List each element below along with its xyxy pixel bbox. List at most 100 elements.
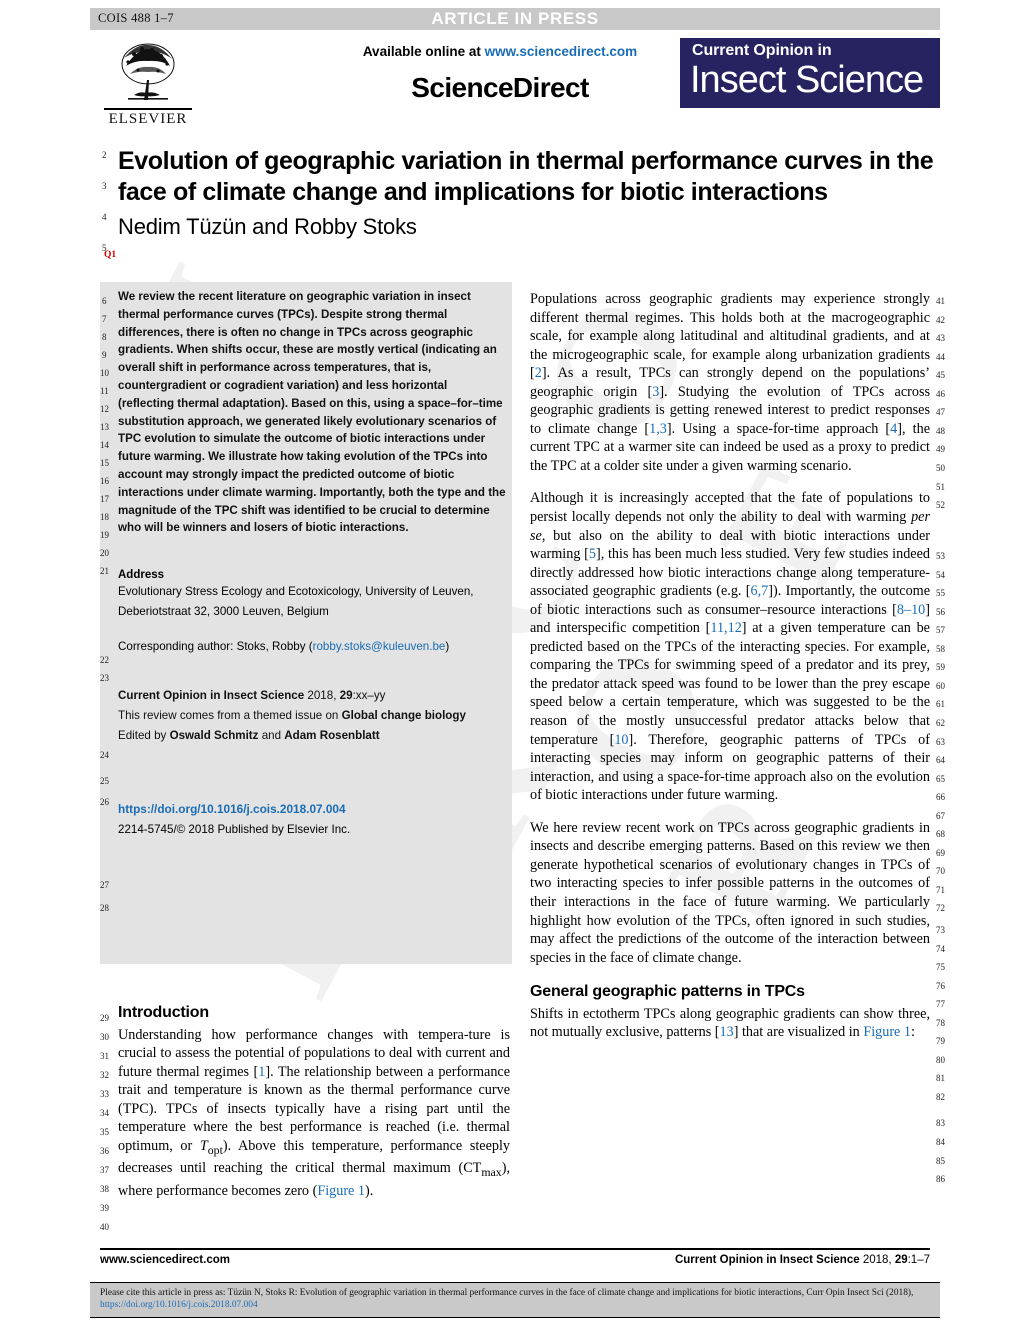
right-paragraph-3: We here review recent work on TPCs acros… — [530, 819, 930, 966]
line-number: 68 — [936, 829, 945, 840]
page-title: Evolution of geographic variation in the… — [118, 147, 934, 206]
line-number: 17 — [100, 494, 109, 504]
editor-2: Adam Rosenblatt — [284, 728, 380, 742]
line-number: 15 — [100, 458, 109, 468]
meta-editors: Edited by Oswald Schmitz and Adam Rosenb… — [118, 726, 506, 746]
line-number: 3 — [102, 181, 107, 191]
footer-year: 2018, — [859, 1254, 895, 1266]
line-number: 81 — [936, 1073, 945, 1084]
line-number: 32 — [100, 1070, 109, 1080]
meta-journal-name: Current Opinion in Insect Science — [118, 688, 305, 702]
line-number: 73 — [936, 925, 945, 935]
line-number: 67 — [936, 810, 945, 821]
line-number: 80 — [936, 1054, 945, 1065]
available-online-line: Available online at www.sciencedirect.co… — [270, 44, 730, 59]
section-heading-introduction: Introduction — [118, 1004, 209, 1021]
line-number: 59 — [936, 662, 945, 673]
available-online-text: Available online at — [362, 44, 485, 59]
line-number: 86 — [936, 1174, 945, 1185]
line-number: 37 — [100, 1165, 109, 1175]
line-number: 57 — [936, 625, 945, 636]
line-number: 65 — [936, 773, 945, 784]
line-number: 42 — [936, 314, 945, 325]
line-number: 12 — [100, 404, 109, 414]
line-number: 25 — [100, 776, 109, 786]
introduction-paragraph: Understanding how performance changes wi… — [118, 1026, 511, 1199]
line-number: 28 — [100, 903, 109, 913]
line-number: 55 — [936, 588, 945, 599]
line-number: 72 — [936, 903, 945, 914]
journal-logo: Current Opinion in Insect Science — [680, 38, 940, 108]
line-number: 53 — [936, 551, 945, 561]
left-column: We review the recent literature on geogr… — [118, 288, 506, 836]
footer-pages: :1–7 — [907, 1254, 930, 1266]
meta-citation: Current Opinion in Insect Science 2018, … — [118, 686, 506, 706]
line-number: 23 — [100, 673, 109, 683]
line-number: 10 — [100, 368, 109, 378]
line-number: 19 — [100, 530, 109, 540]
author-list: Nedim Tüzün and Robby Stoks — [118, 214, 417, 239]
corresponding-suffix: ) — [445, 639, 450, 653]
cite-in-press-box: Please cite this article in press as: Tü… — [90, 1282, 940, 1318]
line-number: 51 — [936, 481, 945, 492]
line-number: 30 — [100, 1032, 109, 1042]
line-number: 74 — [936, 943, 945, 954]
line-number: 38 — [100, 1184, 109, 1194]
line-number: 46 — [936, 388, 945, 399]
issue-prefix: This review comes from a themed issue on — [118, 708, 342, 722]
journal-meta: Current Opinion in Insect Science 2018, … — [118, 686, 506, 746]
line-number: 78 — [936, 1017, 945, 1028]
section-heading-general-patterns: General geographic patterns in TPCs — [530, 983, 805, 1001]
title-block: Evolution of geographic variation in the… — [118, 146, 938, 240]
line-number: 50 — [936, 462, 945, 473]
line-number: 11 — [100, 386, 109, 396]
sciencedirect-link[interactable]: www.sciencedirect.com — [485, 44, 638, 59]
line-number: 63 — [936, 736, 945, 747]
elsevier-logo: ELSEVIER — [98, 40, 198, 132]
cite-in-press-text: Please cite this article in press as: Tü… — [100, 1287, 928, 1311]
line-number: 64 — [936, 755, 945, 766]
line-number: 29 — [100, 1013, 109, 1023]
sciencedirect-wordmark: ScienceDirect — [411, 72, 589, 103]
line-number: 58 — [936, 643, 945, 654]
line-number: 6 — [102, 296, 107, 306]
journal-masthead: ELSEVIER Available online at www.science… — [90, 36, 940, 132]
line-number: 13 — [100, 422, 109, 432]
line-number: 2 — [102, 150, 107, 160]
line-number: 24 — [100, 750, 109, 760]
line-number: 48 — [936, 425, 945, 436]
address-line2: Deberiotstraat 32, 3000 Leuven, Belgium — [118, 604, 329, 618]
line-number: 16 — [100, 476, 109, 486]
line-number: 54 — [936, 569, 945, 580]
line-number: 36 — [100, 1146, 109, 1156]
right-paragraph-2: Although it is increasingly accepted tha… — [530, 490, 930, 804]
line-number: 43 — [936, 333, 945, 344]
line-number: 4 — [102, 212, 107, 222]
line-number: 82 — [936, 1091, 945, 1102]
line-number: 45 — [936, 370, 945, 381]
line-number: 35 — [100, 1127, 109, 1137]
right-paragraph-1: Populations across geographic gradients … — [530, 291, 931, 474]
doi-link[interactable]: https://doi.org/10.1016/j.cois.2018.07.0… — [118, 802, 506, 816]
line-number: 18 — [100, 512, 109, 522]
line-number: 7 — [102, 314, 107, 324]
line-number: 26 — [100, 797, 109, 807]
line-number: 62 — [936, 717, 945, 728]
doi-anchor[interactable]: https://doi.org/10.1016/j.cois.2018.07.0… — [118, 802, 346, 816]
line-number: 85 — [936, 1155, 945, 1166]
cite-doi-link[interactable]: https://doi.org/10.1016/j.cois.2018.07.0… — [100, 1300, 258, 1310]
journal-logo-line1: Current Opinion in — [692, 42, 832, 59]
line-number: 44 — [936, 351, 945, 362]
line-number: 76 — [936, 980, 945, 991]
introduction-section: Introduction Understanding how performan… — [118, 1004, 510, 1214]
journal-logo-line2: Insect Science — [690, 59, 924, 101]
line-number: 41 — [936, 296, 945, 306]
line-number: 20 — [100, 548, 109, 558]
corresponding-email-link[interactable]: robby.stoks@kuleuven.be — [313, 640, 446, 653]
footer-journal: Current Opinion in Insect Science — [674, 1254, 860, 1266]
footer-website: www.sciencedirect.com — [100, 1254, 230, 1266]
line-number: 22 — [100, 655, 109, 665]
line-number: 8 — [102, 332, 107, 342]
footer-rule — [100, 1248, 930, 1250]
line-number: 79 — [936, 1036, 945, 1047]
